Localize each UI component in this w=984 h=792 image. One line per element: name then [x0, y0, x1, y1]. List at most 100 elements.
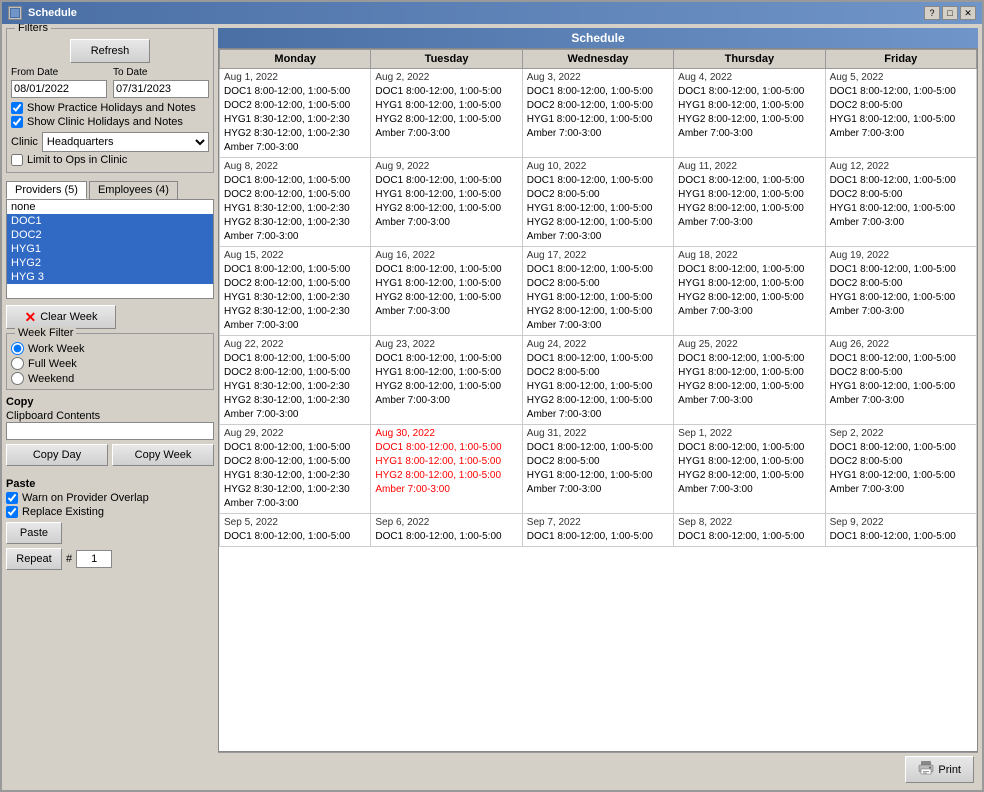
calendar-cell[interactable]: Sep 6, 2022DOC1 8:00-12:00, 1:00-5:00	[371, 514, 522, 547]
calendar-cell[interactable]: Aug 18, 2022DOC1 8:00-12:00, 1:00-5:00HY…	[674, 247, 825, 336]
copy-week-button[interactable]: Copy Week	[112, 444, 214, 466]
col-wednesday: Wednesday	[522, 50, 673, 69]
tab-employees[interactable]: Employees (4)	[89, 181, 178, 199]
calendar-cell[interactable]: Sep 9, 2022DOC1 8:00-12:00, 1:00-5:00	[825, 514, 976, 547]
cell-schedule-line: HYG2 8:00-12:00, 1:00-5:00	[527, 305, 669, 319]
calendar-cell[interactable]: Aug 25, 2022DOC1 8:00-12:00, 1:00-5:00HY…	[674, 336, 825, 425]
provider-item-none[interactable]: none	[7, 200, 213, 214]
limit-checkbox[interactable]	[11, 154, 23, 166]
cell-schedule-line: DOC1 8:00-12:00, 1:00-5:00	[527, 441, 669, 455]
calendar-cell[interactable]: Aug 19, 2022DOC1 8:00-12:00, 1:00-5:00DO…	[825, 247, 976, 336]
calendar-cell[interactable]: Aug 11, 2022DOC1 8:00-12:00, 1:00-5:00HY…	[674, 158, 825, 247]
clinic-row: Clinic Headquarters	[11, 132, 209, 152]
provider-item-doc2[interactable]: DOC2	[7, 228, 213, 242]
calendar-cell[interactable]: Sep 1, 2022DOC1 8:00-12:00, 1:00-5:00HYG…	[674, 425, 825, 514]
work-week-row: Work Week	[11, 342, 209, 355]
help-button[interactable]: ?	[924, 6, 940, 20]
calendar-cell[interactable]: Aug 17, 2022DOC1 8:00-12:00, 1:00-5:00DO…	[522, 247, 673, 336]
full-week-radio[interactable]	[11, 357, 24, 370]
filters-label: Filters	[15, 24, 51, 34]
replace-existing-checkbox[interactable]	[6, 506, 18, 518]
work-week-radio[interactable]	[11, 342, 24, 355]
paste-button[interactable]: Paste	[6, 522, 62, 544]
calendar-cell[interactable]: Aug 1, 2022DOC1 8:00-12:00, 1:00-5:00DOC…	[220, 69, 371, 158]
clinic-select[interactable]: Headquarters	[42, 132, 209, 152]
calendar-cell[interactable]: Aug 5, 2022DOC1 8:00-12:00, 1:00-5:00DOC…	[825, 69, 976, 158]
calendar-table-wrapper[interactable]: Monday Tuesday Wednesday Thursday Friday…	[218, 48, 978, 752]
maximize-button[interactable]: □	[942, 6, 958, 20]
calendar-cell[interactable]: Sep 2, 2022DOC1 8:00-12:00, 1:00-5:00DOC…	[825, 425, 976, 514]
to-date-input[interactable]	[113, 80, 209, 98]
cell-schedule-line: DOC1 8:00-12:00, 1:00-5:00	[375, 441, 517, 455]
from-date-input[interactable]	[11, 80, 107, 98]
work-week-label: Work Week	[28, 343, 84, 355]
cell-schedule-line: DOC1 8:00-12:00, 1:00-5:00	[224, 530, 366, 544]
cell-schedule-line: DOC2 8:00-5:00	[527, 455, 669, 469]
cell-schedule-line: Amber 7:00-3:00	[224, 408, 366, 422]
warn-overlap-checkbox[interactable]	[6, 492, 18, 504]
calendar-cell[interactable]: Sep 7, 2022DOC1 8:00-12:00, 1:00-5:00	[522, 514, 673, 547]
clear-week-button[interactable]: ✕ Clear Week	[6, 305, 116, 329]
tab-providers[interactable]: Providers (5)	[6, 181, 87, 199]
calendar-cell[interactable]: Aug 15, 2022DOC1 8:00-12:00, 1:00-5:00DO…	[220, 247, 371, 336]
copy-day-button[interactable]: Copy Day	[6, 444, 108, 466]
calendar-cell[interactable]: Aug 8, 2022DOC1 8:00-12:00, 1:00-5:00DOC…	[220, 158, 371, 247]
calendar-cell[interactable]: Aug 10, 2022DOC1 8:00-12:00, 1:00-5:00DO…	[522, 158, 673, 247]
calendar-cell[interactable]: Aug 12, 2022DOC1 8:00-12:00, 1:00-5:00DO…	[825, 158, 976, 247]
cell-schedule-line: DOC1 8:00-12:00, 1:00-5:00	[678, 263, 820, 277]
cell-schedule-line: Amber 7:00-3:00	[830, 305, 972, 319]
clipboard-input[interactable]	[6, 422, 214, 440]
calendar-cell[interactable]: Aug 4, 2022DOC1 8:00-12:00, 1:00-5:00HYG…	[674, 69, 825, 158]
repeat-number-input[interactable]	[76, 550, 112, 568]
weekend-radio[interactable]	[11, 372, 24, 385]
cell-schedule-line: DOC1 8:00-12:00, 1:00-5:00	[527, 85, 669, 99]
calendar-cell[interactable]: Aug 29, 2022DOC1 8:00-12:00, 1:00-5:00DO…	[220, 425, 371, 514]
refresh-button[interactable]: Refresh	[70, 39, 150, 63]
calendar-cell[interactable]: Aug 24, 2022DOC1 8:00-12:00, 1:00-5:00DO…	[522, 336, 673, 425]
show-practice-row: Show Practice Holidays and Notes	[11, 102, 209, 114]
calendar-cell[interactable]: Aug 9, 2022DOC1 8:00-12:00, 1:00-5:00HYG…	[371, 158, 522, 247]
cell-schedule-line: DOC2 8:00-12:00, 1:00-5:00	[224, 188, 366, 202]
provider-item-hyg1[interactable]: HYG1	[7, 242, 213, 256]
cell-date: Sep 7, 2022	[527, 516, 669, 529]
cell-date: Aug 26, 2022	[830, 338, 972, 351]
cell-schedule-line: HYG1 8:00-12:00, 1:00-5:00	[527, 380, 669, 394]
cell-schedule-line: DOC1 8:00-12:00, 1:00-5:00	[375, 263, 517, 277]
calendar-cell[interactable]: Sep 8, 2022DOC1 8:00-12:00, 1:00-5:00	[674, 514, 825, 547]
repeat-button[interactable]: Repeat	[6, 548, 62, 570]
show-clinic-checkbox[interactable]	[11, 116, 23, 128]
cell-schedule-line: DOC1 8:00-12:00, 1:00-5:00	[224, 85, 366, 99]
calendar-cell[interactable]: Aug 31, 2022DOC1 8:00-12:00, 1:00-5:00DO…	[522, 425, 673, 514]
calendar-cell[interactable]: Aug 22, 2022DOC1 8:00-12:00, 1:00-5:00DO…	[220, 336, 371, 425]
cell-schedule-line: DOC2 8:00-5:00	[830, 99, 972, 113]
cell-schedule-line: DOC2 8:00-5:00	[527, 188, 669, 202]
provider-item-doc1[interactable]: DOC1	[7, 214, 213, 228]
footer-bar: Print	[218, 752, 978, 786]
cell-schedule-line: DOC2 8:00-5:00	[830, 188, 972, 202]
calendar-cell[interactable]: Aug 2, 2022DOC1 8:00-12:00, 1:00-5:00HYG…	[371, 69, 522, 158]
show-practice-checkbox[interactable]	[11, 102, 23, 114]
calendar-cell[interactable]: Aug 16, 2022DOC1 8:00-12:00, 1:00-5:00HY…	[371, 247, 522, 336]
cell-schedule-line: HYG2 8:00-12:00, 1:00-5:00	[375, 202, 517, 216]
copy-label: Copy	[6, 396, 214, 408]
calendar-cell[interactable]: Sep 5, 2022DOC1 8:00-12:00, 1:00-5:00	[220, 514, 371, 547]
cell-schedule-line: HYG2 8:00-12:00, 1:00-5:00	[527, 394, 669, 408]
calendar-cell[interactable]: Aug 3, 2022DOC1 8:00-12:00, 1:00-5:00DOC…	[522, 69, 673, 158]
print-button[interactable]: Print	[905, 756, 974, 783]
clipboard-label: Clipboard Contents	[6, 410, 100, 422]
provider-item-hyg3[interactable]: HYG 3	[7, 270, 213, 284]
provider-item-hyg2[interactable]: HYG2	[7, 256, 213, 270]
calendar-cell[interactable]: Aug 23, 2022DOC1 8:00-12:00, 1:00-5:00HY…	[371, 336, 522, 425]
cell-schedule-line: HYG1 8:30-12:00, 1:00-2:30	[224, 291, 366, 305]
calendar-cell[interactable]: Aug 30, 2022DOC1 8:00-12:00, 1:00-5:00HY…	[371, 425, 522, 514]
cell-schedule-line: DOC1 8:00-12:00, 1:00-5:00	[830, 174, 972, 188]
close-button[interactable]: ✕	[960, 6, 976, 20]
cell-date: Aug 8, 2022	[224, 160, 366, 173]
date-row: From Date To Date	[11, 67, 209, 98]
cell-date: Aug 11, 2022	[678, 160, 820, 173]
calendar-cell[interactable]: Aug 26, 2022DOC1 8:00-12:00, 1:00-5:00DO…	[825, 336, 976, 425]
col-tuesday: Tuesday	[371, 50, 522, 69]
cell-schedule-line: Amber 7:00-3:00	[375, 305, 517, 319]
cell-date: Aug 31, 2022	[527, 427, 669, 440]
cell-schedule-line: DOC1 8:00-12:00, 1:00-5:00	[224, 441, 366, 455]
